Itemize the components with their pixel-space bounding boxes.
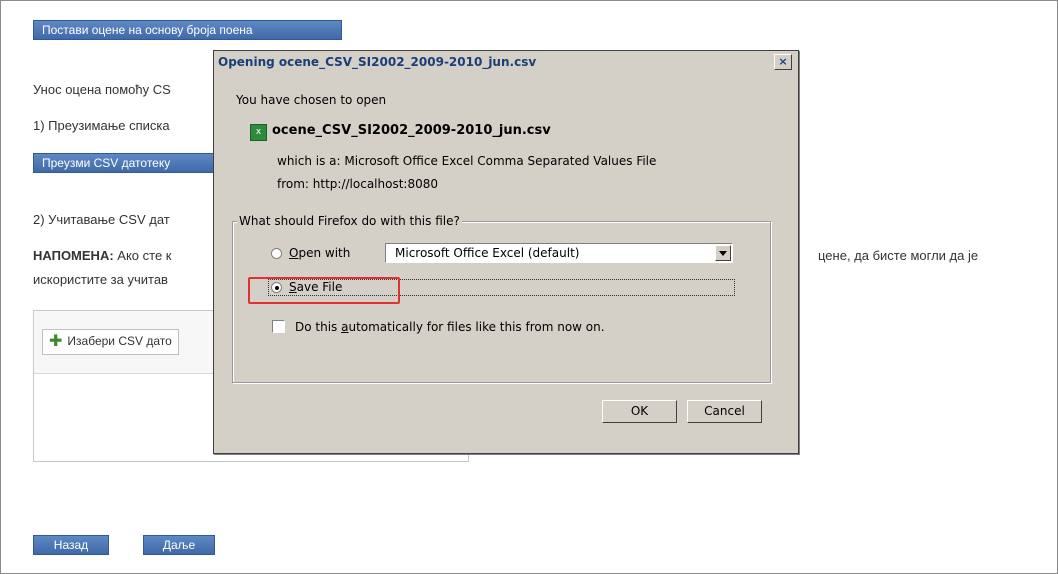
choose-csv-button[interactable]: ✚ Изабери CSV дато: [42, 329, 179, 355]
cancel-button[interactable]: Cancel: [687, 400, 762, 423]
back-button[interactable]: Назад: [33, 535, 109, 555]
auto-action-checkbox[interactable]: [272, 320, 285, 333]
dialog-title: Opening ocene_CSV_SI2002_2009-2010_jun.c…: [218, 55, 537, 69]
chosen-to-open-text: You have chosen to open: [236, 93, 387, 107]
file-source-text: from: http://localhost:8080: [277, 177, 438, 191]
set-grades-by-points-button[interactable]: Постави оцене на основу броја поена: [33, 20, 342, 40]
chevron-down-icon[interactable]: [715, 245, 731, 261]
highlight-annotation: [248, 277, 400, 304]
file-name: ocene_CSV_SI2002_2009-2010_jun.csv: [272, 123, 551, 138]
auto-action-label[interactable]: Do this automatically for files like thi…: [295, 320, 605, 334]
step1-text: 1) Преузимање списка: [33, 118, 170, 133]
ok-button[interactable]: OK: [602, 400, 677, 423]
open-with-label[interactable]: Open with: [289, 246, 350, 260]
note-text-right: цене, да бисте могли да је: [818, 248, 979, 263]
download-csv-button[interactable]: Преузми CSV датотеку: [33, 153, 223, 173]
action-question: What should Firefox do with this file?: [237, 214, 462, 228]
dialog-titlebar[interactable]: Opening ocene_CSV_SI2002_2009-2010_jun.c…: [216, 53, 796, 71]
open-with-select[interactable]: Microsoft Office Excel (default): [385, 243, 733, 263]
excel-file-icon: x: [250, 124, 267, 141]
next-button[interactable]: Даље: [143, 535, 215, 555]
note-label: НАПОМЕНА:: [33, 248, 114, 263]
note-text-line2: искористите за учитав: [33, 272, 168, 287]
note-body: Ако сте к: [113, 248, 172, 263]
opening-file-dialog: Opening ocene_CSV_SI2002_2009-2010_jun.c…: [213, 50, 799, 454]
step2-text: 2) Учитавање CSV дат: [33, 212, 170, 227]
choose-csv-label: Изабери CSV дато: [67, 334, 172, 348]
plus-icon: ✚: [49, 333, 63, 350]
close-icon[interactable]: ×: [774, 54, 792, 70]
file-type-text: which is a: Microsoft Office Excel Comma…: [277, 154, 657, 168]
open-with-app: Microsoft Office Excel (default): [395, 246, 580, 260]
open-with-radio[interactable]: [271, 248, 282, 259]
intro-text: Унос оцена помоћу CS: [33, 82, 171, 97]
note-text: НАПОМЕНА: Ако сте к: [33, 248, 171, 263]
